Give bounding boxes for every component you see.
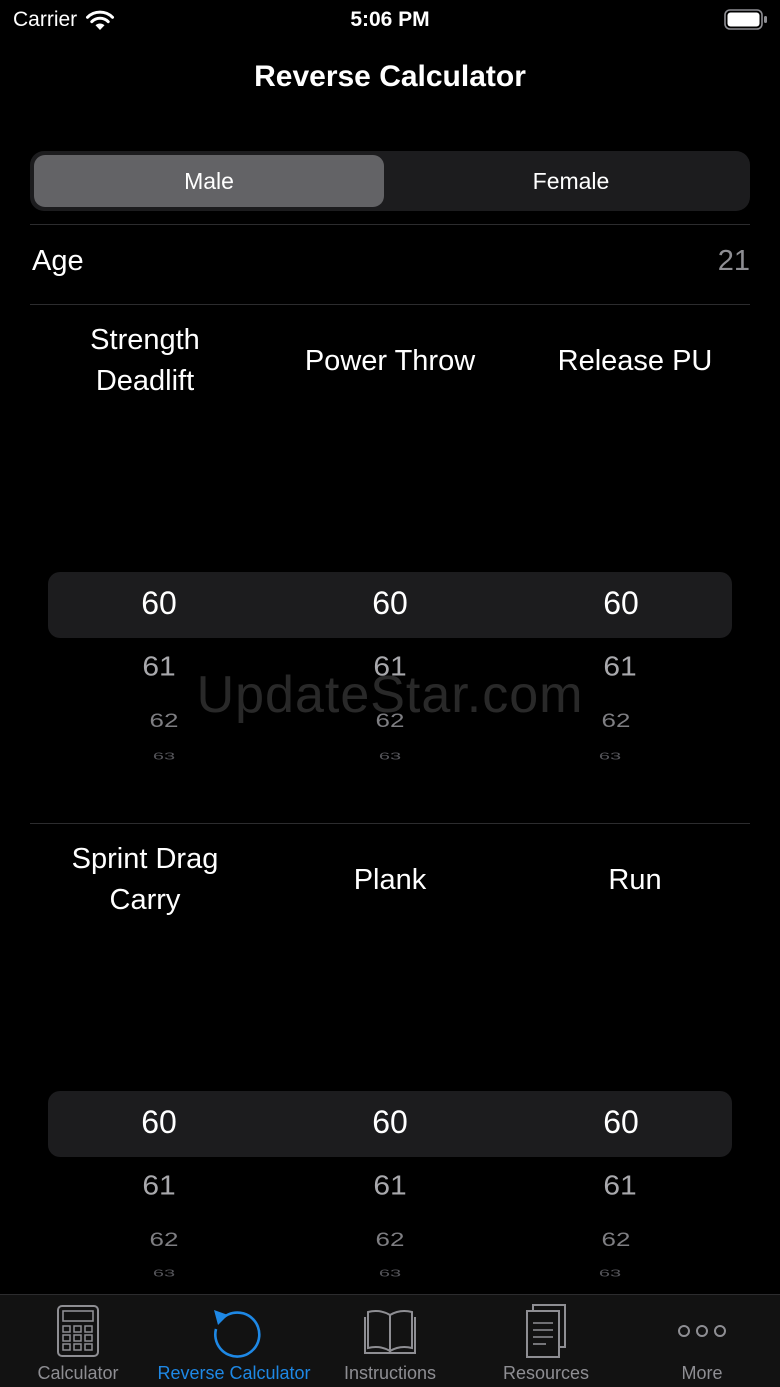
age-value[interactable]: 21 <box>718 245 750 278</box>
status-time: 5:06 PM <box>350 8 430 31</box>
picker-option[interactable]: 62 <box>104 1228 224 1251</box>
picker-selected-value[interactable]: 60 <box>330 1104 450 1141</box>
age-row[interactable]: Age 21 <box>30 225 750 305</box>
picker-option[interactable]: 63 <box>104 751 224 763</box>
picker-selected-value[interactable]: 60 <box>561 1104 681 1141</box>
picker-option[interactable]: 63 <box>550 751 670 763</box>
more-icon <box>678 1325 726 1337</box>
tab-label: Instructions <box>343 1363 437 1383</box>
tab-label: Calculator <box>37 1363 119 1383</box>
picker-option[interactable]: 63 <box>330 751 450 763</box>
page-title: Reverse Calculator <box>254 60 526 93</box>
status-bar: Carrier 5:06 PM <box>0 0 780 44</box>
picker-selected-value[interactable]: 60 <box>561 585 681 622</box>
segment-male[interactable]: Male <box>34 155 384 207</box>
tab-more[interactable]: More <box>624 1295 780 1387</box>
header-plank: Plank <box>275 860 505 901</box>
tab-instructions[interactable]: Instructions <box>312 1295 468 1387</box>
age-label: Age <box>32 245 84 277</box>
picker-option[interactable]: 62 <box>556 1228 676 1251</box>
header-sprint-drag-carry: Sprint Drag Carry <box>30 839 260 921</box>
tab-label: Reverse Calculator <box>157 1363 311 1383</box>
header-line: Deadlift <box>95 365 195 397</box>
calculator-icon <box>57 1305 99 1357</box>
header-run: Run <box>520 860 750 901</box>
tab-resources[interactable]: Resources <box>468 1295 624 1387</box>
picker-option[interactable]: 63 <box>330 1268 450 1280</box>
header-line: Run <box>608 864 662 896</box>
header-strength-deadlift: Strength Deadlift <box>30 320 260 402</box>
header-release-pu: Release PU <box>520 341 750 382</box>
document-icon <box>526 1304 566 1358</box>
header-line: Release PU <box>557 345 713 377</box>
tab-label: Resources <box>502 1363 590 1383</box>
segment-female[interactable]: Female <box>396 155 746 207</box>
header-line: Plank <box>353 864 427 896</box>
tab-calculator[interactable]: Calculator <box>0 1295 156 1387</box>
picker-selected-value[interactable]: 60 <box>330 585 450 622</box>
header-line: Strength <box>90 324 200 356</box>
battery-icon <box>724 9 767 30</box>
picker-option[interactable]: 63 <box>104 1268 224 1280</box>
tab-label: More <box>681 1363 723 1383</box>
picker-selected-value[interactable]: 60 <box>99 585 219 622</box>
picker-option[interactable]: 61 <box>99 1170 219 1201</box>
header-line: Carry <box>109 884 181 916</box>
header-line: Power Throw <box>304 345 476 377</box>
picker-option[interactable]: 63 <box>550 1268 670 1280</box>
watermark: UpdateStar.com <box>196 666 584 724</box>
picker-selected-value[interactable]: 60 <box>99 1104 219 1141</box>
tab-bar: Calculator Reverse Calculator Instructio… <box>0 1294 780 1387</box>
header-line: Sprint Drag <box>71 843 219 875</box>
gender-segmented-control: Male Female <box>30 151 750 211</box>
divider <box>30 304 750 305</box>
tab-reverse-calculator[interactable]: Reverse Calculator <box>156 1295 312 1387</box>
divider <box>30 823 750 824</box>
book-icon <box>364 1310 416 1354</box>
picker-option[interactable]: 61 <box>330 1170 450 1201</box>
reverse-calculator-icon <box>214 1310 261 1358</box>
picker-option[interactable]: 62 <box>330 1228 450 1251</box>
picker-option[interactable]: 61 <box>560 1170 680 1201</box>
header-power-throw: Power Throw <box>275 341 505 382</box>
